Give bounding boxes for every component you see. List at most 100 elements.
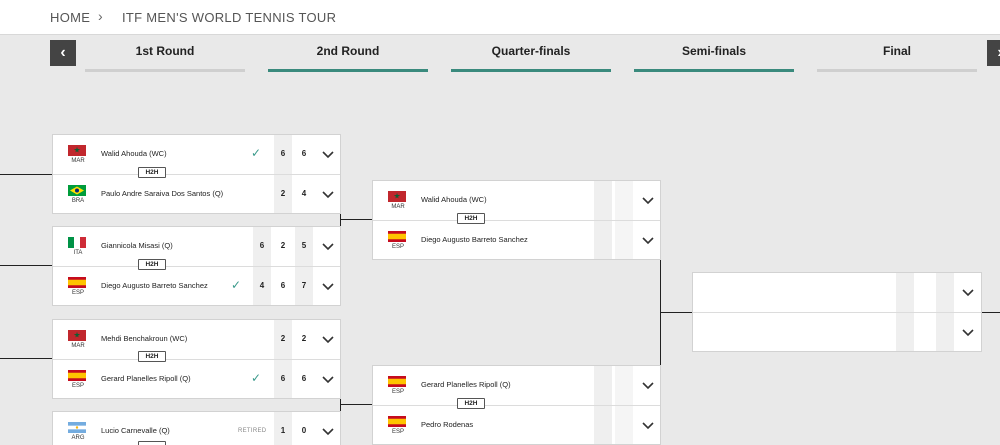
player-row: MAR Walid Ahouda (WC) ✓ 6 6 xyxy=(53,135,340,173)
match-card-empty[interactable] xyxy=(692,272,982,352)
country-code: ESP xyxy=(391,389,404,395)
player-name[interactable]: Diego Augusto Barreto Sanchez xyxy=(101,281,208,290)
player-name[interactable]: Diego Augusto Barreto Sanchez xyxy=(421,235,528,244)
country-code: MAR xyxy=(71,343,85,349)
tab-label: Quarter-finals xyxy=(491,44,571,58)
bracket-line xyxy=(0,265,52,266)
breadcrumb-current[interactable]: ITF MEN'S WORLD TENNIS TOUR xyxy=(122,10,336,25)
player-name[interactable]: Gerard Planelles Ripoll (Q) xyxy=(421,380,511,389)
player-name[interactable]: Lucio Carnevalle (Q) xyxy=(101,426,170,435)
chevron-down-icon[interactable] xyxy=(320,424,336,440)
country-code: ITA xyxy=(73,250,83,256)
player-name[interactable]: Pedro Rodenas xyxy=(421,420,473,429)
player-name[interactable]: Gerard Planelles Ripoll (Q) xyxy=(101,374,191,383)
country-code: ARG xyxy=(71,435,85,441)
next-round-button[interactable]: › xyxy=(987,40,1000,66)
row-divider xyxy=(693,312,981,313)
match-card[interactable]: ARG Lucio Carnevalle (Q) RETIRED 1 0 xyxy=(52,411,341,445)
tab-underline xyxy=(451,69,611,72)
bracket-line xyxy=(340,404,372,405)
argentina-flag-icon xyxy=(68,422,86,433)
tab-2nd-round[interactable]: 2nd Round xyxy=(268,36,428,72)
winner-check-icon: ✓ xyxy=(231,278,242,292)
match-card[interactable]: ITA Giannicola Misasi (Q) 6 2 5 ESP Dieg… xyxy=(52,226,341,306)
match-card[interactable]: MAR Mehdi Benchakroun (WC) 2 2 ESP Gerar… xyxy=(52,319,341,399)
tab-quarter-finals[interactable]: Quarter-finals xyxy=(451,36,611,72)
set-score: 7 xyxy=(301,281,307,290)
spain-flag-icon xyxy=(388,416,406,427)
tab-1st-round[interactable]: 1st Round xyxy=(85,36,245,72)
h2h-button[interactable] xyxy=(138,441,166,445)
country-code: ESP xyxy=(71,383,84,389)
country-code: ESP xyxy=(71,290,84,296)
tab-semi-finals[interactable]: Semi-finals xyxy=(634,36,794,72)
chevron-down-icon[interactable] xyxy=(320,147,336,163)
bracket-line xyxy=(340,219,372,220)
morocco-flag-icon xyxy=(68,145,86,156)
breadcrumb-separator-icon: › xyxy=(98,8,103,24)
set-score: 6 xyxy=(301,149,307,158)
set-score: 6 xyxy=(301,374,307,383)
match-card[interactable]: ESP Gerard Planelles Ripoll (Q) ESP Pedr… xyxy=(372,365,661,445)
player-row: MAR Mehdi Benchakroun (WC) 2 2 xyxy=(53,320,340,358)
chevron-down-icon[interactable] xyxy=(640,233,656,249)
set-score: 0 xyxy=(301,426,307,435)
chevron-down-icon[interactable] xyxy=(960,325,976,341)
bracket-line xyxy=(982,312,1000,313)
italy-flag-icon xyxy=(68,237,86,248)
tab-underline xyxy=(634,69,794,72)
spain-flag-icon xyxy=(68,277,86,288)
chevron-down-icon[interactable] xyxy=(320,279,336,295)
player-row: BRA Paulo Andre Saraiva Dos Santos (Q) 2… xyxy=(53,175,340,213)
tab-label: 1st Round xyxy=(135,44,195,58)
set-score: 4 xyxy=(259,281,265,290)
bracket-line xyxy=(0,358,52,359)
player-row: ESP Diego Augusto Barreto Sanchez ✓ 4 6 … xyxy=(53,267,340,305)
player-name[interactable]: Walid Ahouda (WC) xyxy=(421,195,487,204)
set-score: 4 xyxy=(301,189,307,198)
player-name[interactable]: Mehdi Benchakroun (WC) xyxy=(101,334,187,343)
chevron-down-icon[interactable] xyxy=(320,332,336,348)
set-score: 6 xyxy=(280,281,286,290)
country-code: MAR xyxy=(71,158,85,164)
chevron-down-icon[interactable] xyxy=(640,193,656,209)
country-code: BRA xyxy=(71,198,85,204)
country-code: ESP xyxy=(391,429,404,435)
retired-label: RETIRED xyxy=(238,428,267,434)
set-score: 6 xyxy=(280,149,286,158)
player-name[interactable]: Walid Ahouda (WC) xyxy=(101,149,167,158)
set-score: 6 xyxy=(259,241,265,250)
chevron-down-icon[interactable] xyxy=(320,372,336,388)
match-card[interactable]: MAR Walid Ahouda (WC) ✓ 6 6 BRA Paulo An… xyxy=(52,134,341,214)
player-row: ESP Gerard Planelles Ripoll (Q) xyxy=(373,366,660,404)
set-score: 2 xyxy=(280,241,286,250)
breadcrumb-home[interactable]: HOME xyxy=(50,10,90,25)
tab-label: 2nd Round xyxy=(316,44,380,58)
breadcrumb-bar: HOME › ITF MEN'S WORLD TENNIS TOUR xyxy=(0,0,1000,35)
chevron-down-icon[interactable] xyxy=(320,187,336,203)
country-code: MAR xyxy=(391,204,405,210)
player-row: ESP Pedro Rodenas xyxy=(373,406,660,444)
chevron-down-icon[interactable] xyxy=(640,418,656,434)
h2h-button[interactable]: H2H xyxy=(138,351,166,362)
chevron-down-icon[interactable] xyxy=(320,239,336,255)
h2h-button[interactable]: H2H xyxy=(457,398,485,409)
chevron-down-icon[interactable] xyxy=(960,285,976,301)
player-name[interactable]: Paulo Andre Saraiva Dos Santos (Q) xyxy=(101,189,223,198)
spain-flag-icon xyxy=(388,231,406,242)
h2h-button[interactable]: H2H xyxy=(138,259,166,270)
winner-check-icon: ✓ xyxy=(251,146,262,160)
h2h-button[interactable]: H2H xyxy=(138,167,166,178)
brazil-flag-icon xyxy=(68,185,86,196)
set-score: 2 xyxy=(280,334,286,343)
h2h-button[interactable]: H2H xyxy=(457,213,485,224)
tab-label: Final xyxy=(882,44,911,58)
previous-round-button[interactable]: ‹ xyxy=(50,40,76,66)
match-card[interactable]: MAR Walid Ahouda (WC) ESP Diego Augusto … xyxy=(372,180,661,260)
bracket-line xyxy=(0,174,52,175)
tab-final[interactable]: Final xyxy=(817,36,977,72)
player-row: MAR Walid Ahouda (WC) xyxy=(373,181,660,219)
player-name[interactable]: Giannicola Misasi (Q) xyxy=(101,241,173,250)
country-code: ESP xyxy=(391,244,404,250)
chevron-down-icon[interactable] xyxy=(640,378,656,394)
